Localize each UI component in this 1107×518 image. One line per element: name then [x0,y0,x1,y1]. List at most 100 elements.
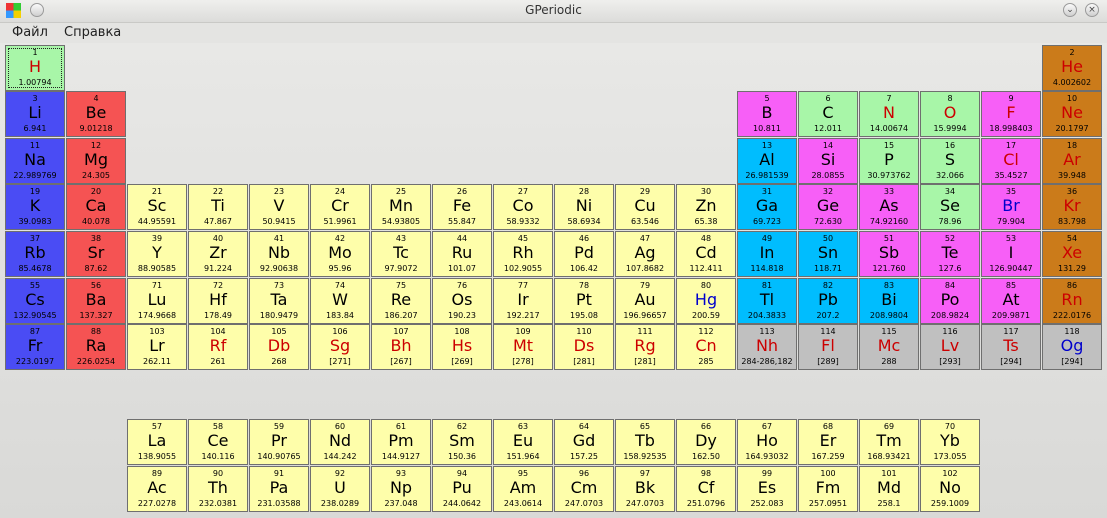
element-cell-p[interactable]: 15 P 30.973762 [859,138,919,184]
element-cell-hf[interactable]: 72 Hf 178.49 [188,278,248,324]
element-cell-u[interactable]: 92 U 238.0289 [310,466,370,512]
element-cell-v[interactable]: 23 V 50.9415 [249,184,309,230]
element-cell-er[interactable]: 68 Er 167.259 [798,419,858,465]
element-cell-o[interactable]: 8 O 15.9994 [920,91,980,137]
element-cell-bh[interactable]: 107 Bh [267] [371,324,431,370]
element-cell-mg[interactable]: 12 Mg 24.305 [66,138,126,184]
element-cell-te[interactable]: 52 Te 127.6 [920,231,980,277]
element-cell-lv[interactable]: 116 Lv [293] [920,324,980,370]
element-cell-fe[interactable]: 26 Fe 55.847 [432,184,492,230]
element-cell-gd[interactable]: 64 Gd 157.25 [554,419,614,465]
element-cell-db[interactable]: 105 Db 268 [249,324,309,370]
element-cell-pb[interactable]: 82 Pb 207.2 [798,278,858,324]
element-cell-ne[interactable]: 10 Ne 20.1797 [1042,91,1102,137]
minimize-button[interactable]: ⌄ [1063,3,1077,17]
element-cell-cd[interactable]: 48 Cd 112.411 [676,231,736,277]
menu-help[interactable]: Справка [64,25,121,40]
element-cell-og[interactable]: 118 Og [294] [1042,324,1102,370]
element-cell-mn[interactable]: 25 Mn 54.93805 [371,184,431,230]
element-cell-he[interactable]: 2 He 4.002602 [1042,45,1102,91]
element-cell-cu[interactable]: 29 Cu 63.546 [615,184,675,230]
menu-file[interactable]: Файл [12,25,48,40]
element-cell-ga[interactable]: 31 Ga 69.723 [737,184,797,230]
element-cell-li[interactable]: 3 Li 6.941 [5,91,65,137]
element-cell-b[interactable]: 5 B 10.811 [737,91,797,137]
element-cell-ar[interactable]: 18 Ar 39.948 [1042,138,1102,184]
element-cell-at[interactable]: 85 At 209.9871 [981,278,1041,324]
element-cell-al[interactable]: 13 Al 26.981539 [737,138,797,184]
element-cell-tc[interactable]: 43 Tc 97.9072 [371,231,431,277]
element-cell-ce[interactable]: 58 Ce 140.116 [188,419,248,465]
element-cell-zn[interactable]: 30 Zn 65.38 [676,184,736,230]
element-cell-mo[interactable]: 42 Mo 95.96 [310,231,370,277]
element-cell-ni[interactable]: 28 Ni 58.6934 [554,184,614,230]
element-cell-yb[interactable]: 70 Yb 173.055 [920,419,980,465]
element-cell-pd[interactable]: 46 Pd 106.42 [554,231,614,277]
element-cell-ho[interactable]: 67 Ho 164.93032 [737,419,797,465]
element-cell-bk[interactable]: 97 Bk 247.0703 [615,466,675,512]
element-cell-cr[interactable]: 24 Cr 51.9961 [310,184,370,230]
element-cell-eu[interactable]: 63 Eu 151.964 [493,419,553,465]
element-cell-bi[interactable]: 83 Bi 208.9804 [859,278,919,324]
element-cell-ru[interactable]: 44 Ru 101.07 [432,231,492,277]
element-cell-sb[interactable]: 51 Sb 121.760 [859,231,919,277]
element-cell-ta[interactable]: 73 Ta 180.9479 [249,278,309,324]
element-cell-xe[interactable]: 54 Xe 131.29 [1042,231,1102,277]
element-cell-kr[interactable]: 36 Kr 83.798 [1042,184,1102,230]
element-cell-sg[interactable]: 106 Sg [271] [310,324,370,370]
element-cell-ge[interactable]: 32 Ge 72.630 [798,184,858,230]
element-cell-dy[interactable]: 66 Dy 162.50 [676,419,736,465]
element-cell-rb[interactable]: 37 Rb 85.4678 [5,231,65,277]
element-cell-sn[interactable]: 50 Sn 118.71 [798,231,858,277]
element-cell-si[interactable]: 14 Si 28.0855 [798,138,858,184]
element-cell-na[interactable]: 11 Na 22.989769 [5,138,65,184]
element-cell-sm[interactable]: 62 Sm 150.36 [432,419,492,465]
close-button[interactable]: × [1085,3,1099,17]
element-cell-lu[interactable]: 71 Lu 174.9668 [127,278,187,324]
element-cell-cn[interactable]: 112 Cn 285 [676,324,736,370]
element-cell-tm[interactable]: 69 Tm 168.93421 [859,419,919,465]
element-cell-au[interactable]: 79 Au 196.96657 [615,278,675,324]
element-cell-sc[interactable]: 21 Sc 44.95591 [127,184,187,230]
element-cell-in[interactable]: 49 In 114.818 [737,231,797,277]
element-cell-fr[interactable]: 87 Fr 223.0197 [5,324,65,370]
element-cell-th[interactable]: 90 Th 232.0381 [188,466,248,512]
element-cell-i[interactable]: 53 I 126.90447 [981,231,1041,277]
element-cell-ca[interactable]: 20 Ca 40.078 [66,184,126,230]
element-cell-lr[interactable]: 103 Lr 262.11 [127,324,187,370]
element-cell-mc[interactable]: 115 Mc 288 [859,324,919,370]
element-cell-sr[interactable]: 38 Sr 87.62 [66,231,126,277]
element-cell-nh[interactable]: 113 Nh 284-286,182 [737,324,797,370]
element-cell-no[interactable]: 102 No 259.1009 [920,466,980,512]
element-cell-pm[interactable]: 61 Pm 144.9127 [371,419,431,465]
element-cell-cm[interactable]: 96 Cm 247.0703 [554,466,614,512]
element-cell-rn[interactable]: 86 Rn 222.0176 [1042,278,1102,324]
element-cell-nb[interactable]: 41 Nb 92.90638 [249,231,309,277]
element-cell-h[interactable]: 1 H 1.00794 [5,45,65,91]
element-cell-ba[interactable]: 56 Ba 137.327 [66,278,126,324]
element-cell-ti[interactable]: 22 Ti 47.867 [188,184,248,230]
element-cell-ts[interactable]: 117 Ts [294] [981,324,1041,370]
element-cell-hg[interactable]: 80 Hg 200.59 [676,278,736,324]
element-cell-mt[interactable]: 109 Mt [278] [493,324,553,370]
element-cell-os[interactable]: 76 Os 190.23 [432,278,492,324]
element-cell-s[interactable]: 16 S 32.066 [920,138,980,184]
element-cell-rf[interactable]: 104 Rf 261 [188,324,248,370]
element-cell-tl[interactable]: 81 Tl 204.3833 [737,278,797,324]
element-cell-tb[interactable]: 65 Tb 158.92535 [615,419,675,465]
element-cell-nd[interactable]: 60 Nd 144.242 [310,419,370,465]
element-cell-w[interactable]: 74 W 183.84 [310,278,370,324]
element-cell-br[interactable]: 35 Br 79.904 [981,184,1041,230]
element-cell-pt[interactable]: 78 Pt 195.08 [554,278,614,324]
element-cell-np[interactable]: 93 Np 237.048 [371,466,431,512]
element-cell-am[interactable]: 95 Am 243.0614 [493,466,553,512]
element-cell-y[interactable]: 39 Y 88.90585 [127,231,187,277]
element-cell-c[interactable]: 6 C 12.011 [798,91,858,137]
element-cell-se[interactable]: 34 Se 78.96 [920,184,980,230]
element-cell-cl[interactable]: 17 Cl 35.4527 [981,138,1041,184]
element-cell-pa[interactable]: 91 Pa 231.03588 [249,466,309,512]
element-cell-md[interactable]: 101 Md 258.1 [859,466,919,512]
element-cell-po[interactable]: 84 Po 208.9824 [920,278,980,324]
element-cell-pu[interactable]: 94 Pu 244.0642 [432,466,492,512]
element-cell-la[interactable]: 57 La 138.9055 [127,419,187,465]
